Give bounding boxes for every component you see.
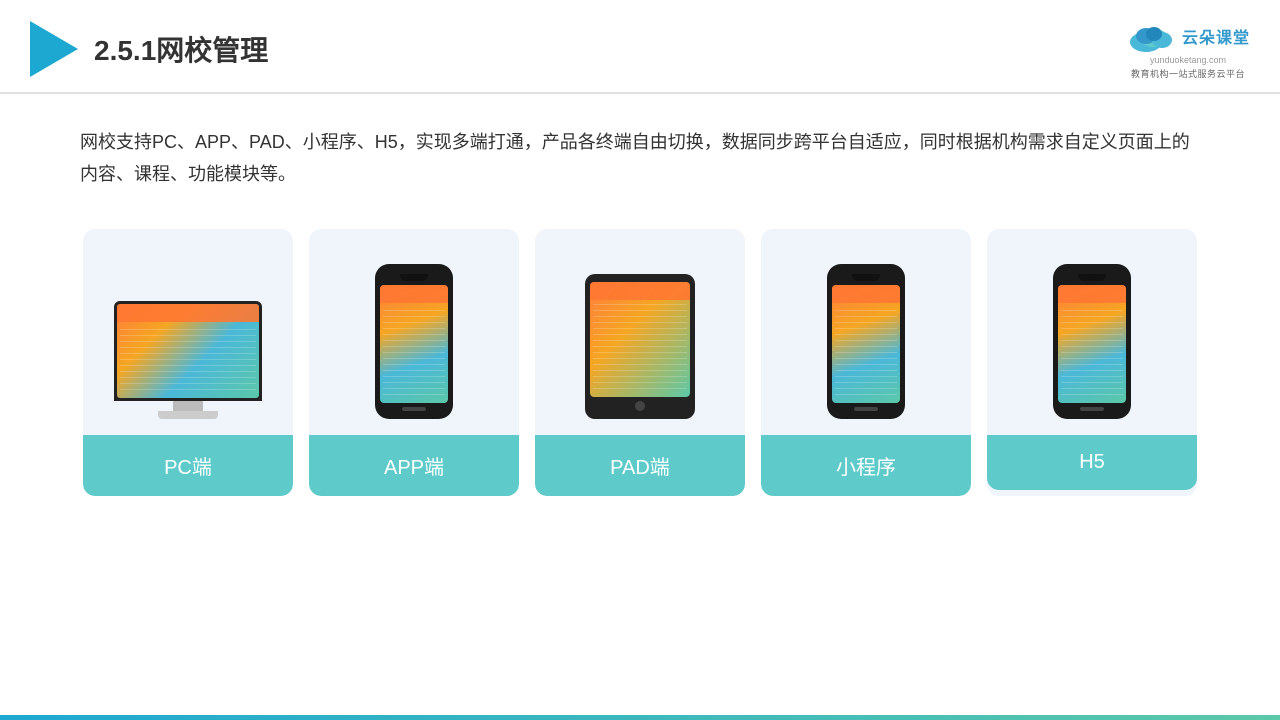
phone-mini-home-bar	[854, 407, 878, 411]
app-mockup	[329, 249, 499, 419]
pc-monitor	[114, 301, 262, 419]
cloud-icon	[1126, 18, 1178, 54]
brand-logo: 云朵课堂 yunduoketang.com 教育机构一站式服务云平台	[1126, 18, 1250, 80]
phone-h5-notch	[1078, 274, 1106, 281]
tablet-screen	[590, 282, 690, 397]
pc-screen-detail	[117, 304, 259, 398]
bottom-accent-line	[0, 715, 1280, 720]
h5-mockup	[1007, 249, 1177, 419]
pc-screen-outer	[114, 301, 262, 401]
tablet-outer	[585, 274, 695, 419]
pad-label: PAD端	[535, 435, 745, 496]
phone-mini-screen	[832, 285, 900, 403]
pc-screen-inner	[117, 304, 259, 398]
phone-app-outer	[375, 264, 453, 419]
description-text: 网校支持PC、APP、PAD、小程序、H5，实现多端打通，产品各终端自由切换，数…	[80, 126, 1200, 191]
page-title: 2.5.1网校管理	[94, 29, 268, 69]
mini-label: 小程序	[761, 435, 971, 496]
tablet-home	[635, 401, 645, 411]
mini-card: 小程序	[761, 229, 971, 496]
pad-card: PAD端	[535, 229, 745, 496]
phone-h5-home-bar	[1080, 407, 1104, 411]
brand-name: 云朵课堂	[1182, 24, 1250, 48]
header-left: 2.5.1网校管理	[30, 21, 268, 77]
h5-screen-detail	[1058, 285, 1126, 403]
brand-url: yunduoketang.com	[1150, 55, 1226, 65]
app-label: APP端	[309, 435, 519, 496]
phone-home-bar	[402, 407, 426, 411]
pc-card: PC端	[83, 229, 293, 496]
h5-label: H5	[987, 435, 1197, 490]
phone-notch	[400, 274, 428, 281]
pc-label: PC端	[83, 435, 293, 496]
pc-base	[173, 401, 203, 411]
brand-tagline: 教育机构一站式服务云平台	[1131, 67, 1245, 80]
phone-mini-notch	[852, 274, 880, 281]
device-cards: PC端 APP端 PAD端	[0, 201, 1280, 496]
pad-mockup	[555, 249, 725, 419]
pad-screen-detail	[590, 282, 690, 397]
description-section: 网校支持PC、APP、PAD、小程序、H5，实现多端打通，产品各终端自由切换，数…	[0, 94, 1280, 201]
mini-screen-detail	[832, 285, 900, 403]
cloud-logo: 云朵课堂	[1126, 18, 1250, 54]
h5-card: H5	[987, 229, 1197, 496]
logo-triangle-icon	[30, 21, 78, 77]
pc-mockup	[103, 249, 273, 419]
phone-h5-screen	[1058, 285, 1126, 403]
phone-h5-outer	[1053, 264, 1131, 419]
mini-mockup	[781, 249, 951, 419]
phone-screen	[380, 285, 448, 403]
app-screen-detail	[380, 285, 448, 403]
pc-stand	[158, 411, 218, 419]
header: 2.5.1网校管理 云朵课堂 yunduoketang.com 教育机构一站式服…	[0, 0, 1280, 94]
app-card: APP端	[309, 229, 519, 496]
phone-mini-outer	[827, 264, 905, 419]
